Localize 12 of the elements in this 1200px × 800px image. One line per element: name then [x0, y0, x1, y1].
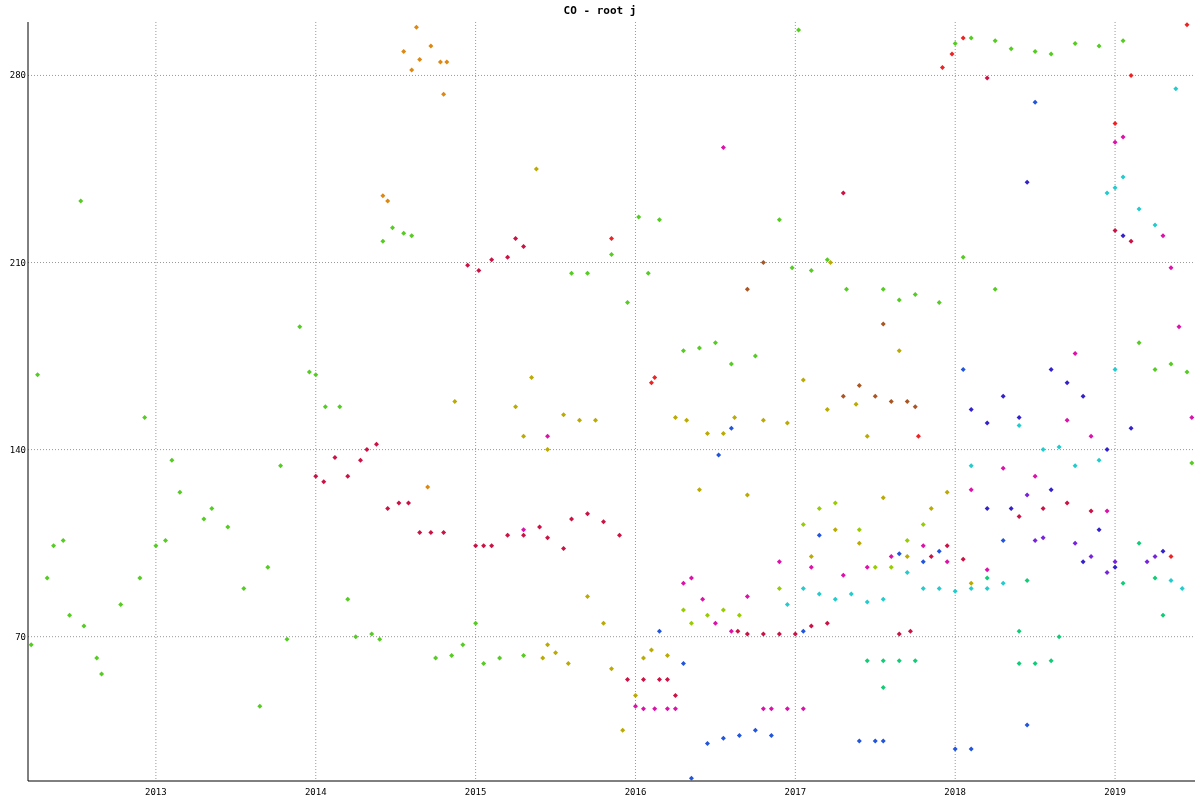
x-axis-label: 2014 — [304, 787, 327, 797]
chart-title: CO - root j — [563, 2, 637, 19]
x-axis-label: 2015 — [464, 787, 487, 797]
x-axis-label: 2017 — [784, 787, 807, 797]
x-axis-label: 2013 — [145, 787, 167, 797]
y-axis-label: 140 — [9, 444, 26, 455]
y-axis-label: 280 — [9, 70, 26, 81]
x-axis-label: 2016 — [624, 787, 647, 797]
x-axis-label: 2019 — [1104, 787, 1126, 797]
y-axis-label: 70 — [15, 631, 26, 642]
y-axis-label: 210 — [9, 257, 26, 268]
x-axis-label: 2018 — [944, 787, 967, 797]
